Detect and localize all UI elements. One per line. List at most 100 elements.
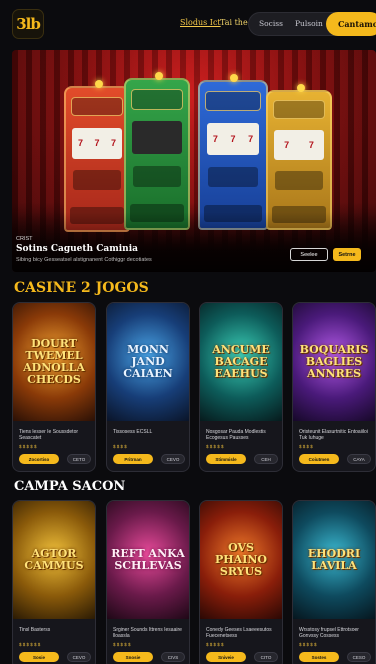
hero-description: Sibing bicy Gesseatsel alstignanent Coth… [16, 257, 152, 263]
slot-machine-blue: 7 7 7 [198, 74, 268, 230]
top-nav-bar: 3lb Slodus Ict Tai the Sociss Pulsoin Ca… [0, 0, 376, 48]
game-card[interactable]: ANCUME BACAGE EAEHUS Nosgosar Pauda Modl… [199, 302, 283, 472]
lamp-icon [296, 84, 305, 92]
slot-panel [73, 170, 121, 191]
hero-title: Sotins Cagueth Caminia [16, 244, 138, 254]
brand-logo[interactable]: 3lb [12, 9, 44, 39]
game-card-art: OVS PHAINO SRYUS [200, 501, 282, 619]
game-card-art: DOURT TWEMEL ADNOLLA CHECDS [13, 303, 95, 421]
hero-banner[interactable]: 7 7 7 7 7 7 7 7 [12, 50, 376, 272]
play-button[interactable]: Sosie [19, 652, 59, 662]
demo-button[interactable]: CEVO [67, 652, 91, 662]
game-card[interactable]: REFT ANKA SCHLEVAS Srginer Sounds Ittren… [106, 500, 190, 664]
demo-button[interactable]: CESO [347, 652, 371, 662]
play-button[interactable]: Snosie [113, 652, 153, 662]
slot-machine-green [124, 72, 190, 230]
game-card-art: BOQUARIS BAGLIES ANNRES [293, 303, 375, 421]
game-card-name: Tissosess ECSLL [113, 429, 153, 435]
slot-topper [205, 90, 261, 112]
slot-topper [70, 96, 124, 117]
lamp-icon [154, 72, 163, 80]
reel-symbol: 7 [230, 133, 236, 144]
section-title-games: CASINE 2 JOGOS [14, 280, 149, 296]
game-card-name: Wrsstosy frupsel Ettrotsoer Gonvssy Coss… [299, 627, 359, 639]
slot-reels [132, 121, 182, 154]
game-card-name: Conedy Geeses Lsaeeesutos Fuecenetsess [206, 627, 272, 639]
reel-symbol: 7 [248, 133, 254, 144]
slot-machine-gold: 7 7 [266, 84, 332, 230]
section-title-featured: CAMPA SACON [14, 479, 126, 494]
demo-button[interactable]: CEVO [161, 454, 185, 464]
game-card[interactable]: BOQUARIS BAGLIES ANNRES Oristeunit Elasu… [292, 302, 376, 472]
game-card-meta: $ $ $ $ $ [299, 642, 317, 647]
reel-symbol: 7 [77, 138, 83, 149]
game-card-meta: $ $ $ $ $ [113, 642, 131, 647]
game-card-meta: $ $ $ $ [113, 444, 127, 449]
game-card-meta: $ $ $ $ $ [206, 444, 224, 449]
demo-button[interactable]: CETO [67, 454, 91, 464]
lamp-icon [230, 74, 239, 82]
reel-symbol: 7 [284, 140, 290, 151]
slot-reels: 7 7 [274, 130, 324, 160]
nav-link-slots[interactable]: Slodus Ict [180, 18, 221, 27]
cta-button[interactable]: Cantamol [326, 12, 376, 36]
demo-button[interactable]: CITO [254, 652, 278, 662]
slot-panel [275, 170, 323, 190]
lamp-icon [94, 80, 103, 88]
game-card-art-title: ANCUME BACAGE EAEHUS [212, 343, 270, 380]
reel-symbol: 7 [308, 140, 314, 151]
game-card-name: Nosgosar Pauda Modlestis Ecogesus Pausse… [206, 429, 266, 441]
demo-button[interactable]: CEH [254, 454, 278, 464]
nav-pill-item[interactable]: Sociss [259, 19, 283, 28]
game-card-art-title: OVS PHAINO SRYUS [215, 541, 267, 578]
game-card[interactable]: AGTOR CAMMUS Tinsl Basterss $ $ $ $ $ $ … [12, 500, 96, 664]
reel-symbol: 7 [111, 138, 117, 149]
play-button[interactable]: Zocortiso [19, 454, 59, 464]
game-card[interactable]: DOURT TWEMEL ADNOLLA CHECDS Tiens lesser… [12, 302, 96, 472]
game-card-meta: $ $ $ $ $ [19, 444, 37, 449]
reel-symbol: 7 [212, 133, 218, 144]
play-button[interactable]: Coiutmen [299, 454, 339, 464]
nav-link-tai[interactable]: Tai the [220, 18, 248, 27]
play-button[interactable]: Sostes [299, 652, 339, 662]
demo-button[interactable]: CAYA [347, 454, 371, 464]
game-card[interactable]: OVS PHAINO SRYUS Conedy Geeses Lsaeeesut… [199, 500, 283, 664]
play-button[interactable]: Stimmisle [206, 454, 246, 464]
play-button[interactable]: Sniveie [206, 652, 246, 662]
game-card-art: ANCUME BACAGE EAEHUS [200, 303, 282, 421]
game-card-art-title: EHODRI LAVILA [307, 547, 361, 572]
game-card-name: Tinsl Basterss [19, 627, 51, 633]
slot-panel [207, 166, 259, 188]
slot-reels: 7 7 7 [72, 127, 122, 159]
slot-machine-red: 7 7 7 [64, 80, 130, 232]
game-card-art: REFT ANKA SCHLEVAS [107, 501, 189, 619]
game-card-art-title: REFT ANKA SCHLEVAS [111, 547, 185, 572]
game-card-meta: $ $ $ $ $ [206, 642, 224, 647]
game-card-art: EHODRI LAVILA [293, 501, 375, 619]
game-card-name: Tiens lesser Ie Soussdetor Seascatet [19, 429, 79, 441]
casino-page: 3lb Slodus Ict Tai the Sociss Pulsoin Ca… [0, 0, 376, 664]
game-card-art: AGTOR CAMMUS [13, 501, 95, 619]
hero-eyebrow: CRIST [16, 236, 33, 242]
hero-secondary-button[interactable]: Seelee [290, 248, 328, 261]
game-card-name: Oristeunit Elasurtnitic Entoaiiloi Tuk I… [299, 429, 368, 441]
game-card-art-title: MONN JAND CAIAEN [123, 343, 173, 380]
hero-gradient-overlay [12, 212, 376, 272]
game-card-meta: $ $ $ $ $ $ [19, 642, 41, 647]
nav-pill-item[interactable]: Pulsoin [295, 19, 323, 28]
slot-reels: 7 7 7 [206, 122, 260, 155]
game-card[interactable]: MONN JAND CAIAEN Tissosess ECSLL $ $ $ $… [106, 302, 190, 472]
game-card-art-title: DOURT TWEMEL ADNOLLA CHECDS [23, 337, 85, 386]
demo-button[interactable]: CIVS [161, 652, 185, 662]
game-card-meta: $ $ $ $ [299, 444, 313, 449]
game-card[interactable]: EHODRI LAVILA Wrsstosy frupsel Ettrotsoe… [292, 500, 376, 664]
reel-symbol: 7 [94, 138, 100, 149]
game-card-name: Srginer Sounds Ittrens Iesaaire lloassla [113, 627, 182, 639]
play-button[interactable]: Pritrnan [113, 454, 153, 464]
game-card-art-title: BOQUARIS BAGLIES ANNRES [299, 343, 369, 380]
game-card-art: MONN JAND CAIAEN [107, 303, 189, 421]
slot-topper [130, 88, 184, 110]
slot-topper [272, 100, 326, 120]
hero-primary-button[interactable]: Setrne [333, 248, 361, 261]
slot-panel [133, 165, 181, 187]
